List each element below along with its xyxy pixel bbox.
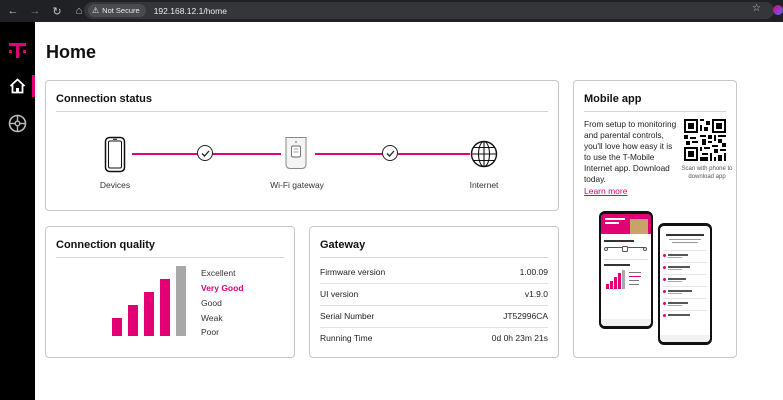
app-description: From setup to monitoring and parental co… [584,119,677,184]
gateway-row-serial: Serial Number JT52996CA [320,305,548,327]
quality-level-poor: Poor [201,327,219,337]
scan-text: Scan with phone to download app [681,166,733,180]
security-chip[interactable]: ⚠ Not Secure [88,4,146,17]
gateway-row-ui-version: UI version v1.9.0 [320,283,548,305]
phone-icon[interactable] [104,136,126,173]
divider [56,111,548,112]
signal-bar [144,292,154,336]
row-key: Running Time [320,333,373,343]
row-key: Serial Number [320,311,375,321]
page-title: Home [46,42,97,62]
row-key: UI version [320,289,359,299]
check-icon [197,145,213,161]
address-bar[interactable]: ⚠ Not Secure 192.168.12.1/home [84,2,774,19]
card-title: Connection status [56,93,152,105]
home-icon [9,78,26,94]
row-value: 0d 0h 23m 21s [491,333,548,343]
row-value: v1.9.0 [524,289,548,299]
back-icon[interactable]: ← [4,2,22,20]
connection-status-card: Connection status Devices Wi-Fi gateway … [45,80,559,211]
gateway-row-firmware: Firmware version 1.00.09 [320,261,548,283]
warning-icon: ⚠ [92,6,100,15]
card-title: Mobile app [584,93,642,105]
quality-level-excellent: Excellent [201,268,236,278]
quality-level-very-good: Very Good [201,283,244,293]
url-text[interactable]: 192.168.12.1/home [154,6,227,16]
quality-level-good: Good [201,298,222,308]
network-icon[interactable] [8,114,27,133]
gateway-row-running-time: Running Time 0d 0h 23m 21s [320,327,548,349]
card-title: Connection quality [56,239,155,251]
row-key: Firmware version [320,267,386,277]
connection-line [315,153,383,155]
signal-bar [176,266,186,336]
sidebar [0,22,35,400]
learn-more-link[interactable]: Learn more [584,186,627,196]
signal-bar [160,279,170,336]
sidebar-item-home[interactable] [0,75,35,97]
row-value: JT52996CA [503,311,548,321]
divider [584,111,726,112]
security-label: Not Secure [102,6,140,15]
qr-code-icon[interactable] [684,119,726,161]
connection-quality-card: Connection quality Excellent Very Good G… [45,226,295,358]
node-label-devices: Devices [99,180,131,190]
connection-line [398,153,470,155]
divider [56,257,284,258]
app-phone-screenshot [658,223,712,345]
connection-line [213,153,281,155]
mobile-app-card: Mobile app From setup to monitoring and … [573,80,737,358]
check-icon [382,145,398,161]
quality-level-weak: Weak [201,313,223,323]
bookmark-star-icon[interactable]: ☆ [752,3,761,14]
forward-icon[interactable]: → [26,2,44,20]
active-indicator [32,75,35,97]
gateway-icon[interactable] [283,136,309,170]
browser-toolbar: ← → ↻ ⌂ ⚠ Not Secure 192.168.12.1/home ☆ [0,0,783,22]
signal-bar [128,305,138,336]
card-title: Gateway [320,239,366,251]
t-mobile-logo-icon[interactable] [8,40,27,60]
profile-avatar[interactable] [773,5,783,15]
node-label-gateway: Wi-Fi gateway [270,180,324,190]
gateway-card: Gateway Firmware version 1.00.09 UI vers… [309,226,559,358]
row-value: 1.00.09 [519,267,548,277]
node-label-internet: Internet [469,180,499,190]
app-phone-screenshot [599,211,653,329]
globe-icon[interactable] [470,140,498,168]
reload-icon[interactable]: ↻ [48,2,66,20]
signal-bar [112,318,122,336]
divider [320,257,548,258]
connection-line [132,153,198,155]
